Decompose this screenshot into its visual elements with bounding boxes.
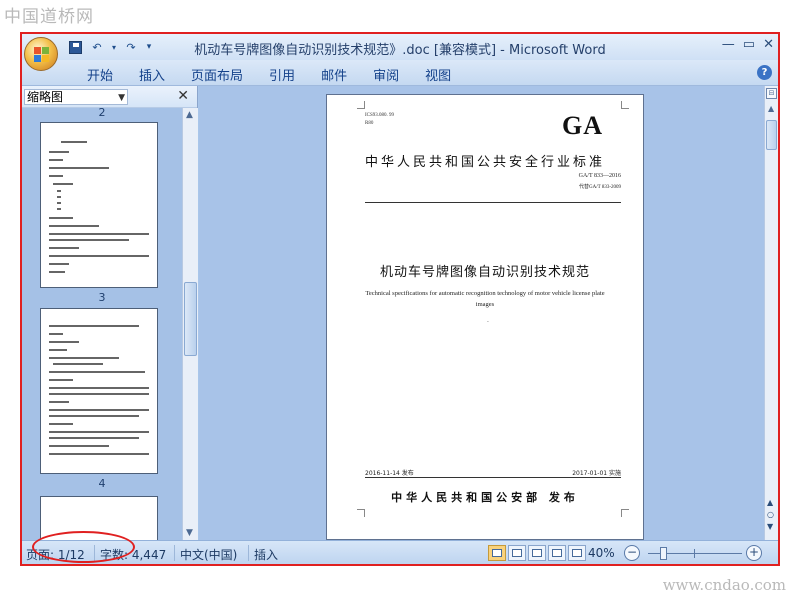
- customize-icon: ▾: [146, 42, 152, 52]
- outline-icon: [552, 549, 562, 557]
- draft-button[interactable]: [568, 545, 586, 561]
- full-screen-reading-button[interactable]: [508, 545, 526, 561]
- paragraph-mark: ·: [487, 319, 489, 326]
- header-rule: [365, 202, 621, 203]
- replaces-code: 代替GA/T 833-2009: [579, 185, 621, 190]
- zoom-out-button[interactable]: −: [624, 545, 640, 561]
- tab-review[interactable]: 审阅: [360, 65, 412, 84]
- word-count[interactable]: 字数: 4,447: [100, 546, 166, 563]
- page-thumbnail-label: 2: [98, 108, 106, 119]
- scroll-up-icon[interactable]: ▲: [768, 104, 774, 113]
- page-thumbnail-5[interactable]: [40, 496, 158, 540]
- document-scroll-thumb[interactable]: [766, 120, 777, 150]
- help-icon[interactable]: ?: [757, 65, 772, 80]
- next-page-icon[interactable]: ▼: [767, 522, 773, 531]
- tab-home[interactable]: 开始: [74, 65, 126, 84]
- tab-references[interactable]: 引用: [256, 65, 308, 84]
- maximize-button[interactable]: ▭: [743, 37, 755, 52]
- zoom-in-button[interactable]: +: [746, 545, 762, 561]
- insert-mode[interactable]: 插入: [254, 546, 278, 563]
- view-ruler-icon[interactable]: ⊟: [766, 88, 777, 99]
- thumbnail-pane: 缩略图 ▼ ✕ 2 3 4 ▲ ▼: [22, 86, 198, 540]
- scroll-down-icon[interactable]: ▼: [186, 528, 193, 538]
- outline-button[interactable]: [548, 545, 566, 561]
- zoom-slider-thumb[interactable]: [659, 547, 667, 560]
- issuing-organization: 中华人民共和国公安部 发布: [391, 491, 579, 504]
- customize-qat-button[interactable]: ▾: [144, 38, 154, 56]
- word-window: 机动车号牌图像自动识别技术规范》.doc [兼容模式] - Microsoft …: [20, 32, 780, 566]
- document-page[interactable]: ICS93.080. 99 R80 GA 中华人民共和国公共安全行业标准 GA/…: [326, 94, 644, 540]
- ics-code: ICS93.080. 99: [365, 113, 395, 118]
- page-count[interactable]: 页面: 1/12: [26, 546, 85, 563]
- thumbnail-list: 2 3 4: [22, 108, 182, 540]
- tab-page-layout[interactable]: 页面布局: [178, 65, 256, 84]
- chevron-down-icon: ▾: [111, 42, 116, 52]
- thumbnail-view-select-value: 缩略图: [27, 90, 64, 104]
- document-title-english: Technical specifications for automatic r…: [365, 290, 605, 308]
- standard-code: GA/T 833—2016: [578, 173, 621, 179]
- zoom-slider-center-mark: [694, 549, 695, 558]
- window-controls: — ▭ ✕: [722, 37, 774, 52]
- issue-date: 2016-11-14 发布: [365, 470, 414, 477]
- page-thumbnail-label: 3: [98, 291, 106, 304]
- undo-icon: ↶: [92, 40, 102, 54]
- scroll-up-icon[interactable]: ▲: [186, 110, 193, 120]
- view-buttons: [488, 545, 586, 561]
- zoom-level[interactable]: 40%: [588, 546, 615, 560]
- document-scrollbar[interactable]: ⊟ ▲ ▲ ○ ▼: [764, 86, 778, 540]
- class-code: R80: [365, 121, 374, 126]
- reading-icon: [512, 549, 522, 557]
- thumbnail-scrollbar[interactable]: ▲ ▼: [182, 108, 198, 540]
- watermark-bottom: www.cndao.com: [662, 576, 786, 594]
- minimize-button[interactable]: —: [722, 37, 735, 52]
- footer-rule: [365, 477, 621, 478]
- web-layout-button[interactable]: [528, 545, 546, 561]
- undo-button[interactable]: ↶: [88, 38, 106, 56]
- quick-access-toolbar: ↶ ▾ ↷ ▾: [66, 38, 154, 56]
- chevron-down-icon: ▼: [118, 93, 125, 103]
- tab-view[interactable]: 视图: [412, 65, 464, 84]
- print-layout-button[interactable]: [488, 545, 506, 561]
- thumbnail-pane-header: 缩略图 ▼ ✕: [22, 86, 197, 108]
- draft-icon: [572, 549, 582, 557]
- language[interactable]: 中文(中国): [180, 546, 237, 563]
- redo-icon: ↷: [126, 40, 136, 54]
- office-button[interactable]: [24, 37, 58, 71]
- web-layout-icon: [532, 549, 542, 557]
- document-title: 机动车号牌图像自动识别技术规范: [379, 265, 590, 280]
- save-icon: [68, 40, 82, 54]
- office-logo-icon: [34, 47, 49, 62]
- close-button[interactable]: ✕: [763, 37, 774, 52]
- thumbnail-view-select[interactable]: 缩略图 ▼: [24, 89, 128, 105]
- title-bar: 机动车号牌图像自动识别技术规范》.doc [兼容模式] - Microsoft …: [22, 34, 778, 60]
- tab-insert[interactable]: 插入: [126, 65, 178, 84]
- page-thumbnail-3[interactable]: [40, 122, 158, 288]
- page-thumbnail-4[interactable]: [40, 308, 158, 474]
- previous-page-icon[interactable]: ▲: [767, 498, 773, 507]
- watermark-top: 中国道桥网: [4, 7, 94, 27]
- thumbnail-pane-close-button[interactable]: ✕: [177, 88, 189, 104]
- document-area[interactable]: ICS93.080. 99 R80 GA 中华人民共和国公共安全行业标准 GA/…: [199, 86, 764, 540]
- select-browse-object-icon[interactable]: ○: [767, 510, 774, 519]
- ribbon-tab-bar: 开始 插入 页面布局 引用 邮件 审阅 视图 ?: [22, 60, 778, 86]
- tab-mailings[interactable]: 邮件: [308, 65, 360, 84]
- thumbnail-scroll-thumb[interactable]: [184, 282, 197, 356]
- ga-mark: GA: [562, 111, 603, 140]
- undo-dropdown-button[interactable]: ▾: [110, 38, 118, 56]
- save-button[interactable]: [66, 38, 84, 56]
- print-layout-icon: [492, 549, 502, 557]
- standard-name: 中华人民共和国公共安全行业标准: [364, 155, 605, 170]
- redo-button[interactable]: ↷: [122, 38, 140, 56]
- page-thumbnail-label: 4: [98, 477, 106, 490]
- implement-date: 2017-01-01 实施: [572, 470, 621, 477]
- status-bar: 页面: 1/12 字数: 4,447 中文(中国) 插入 40% − +: [22, 540, 778, 564]
